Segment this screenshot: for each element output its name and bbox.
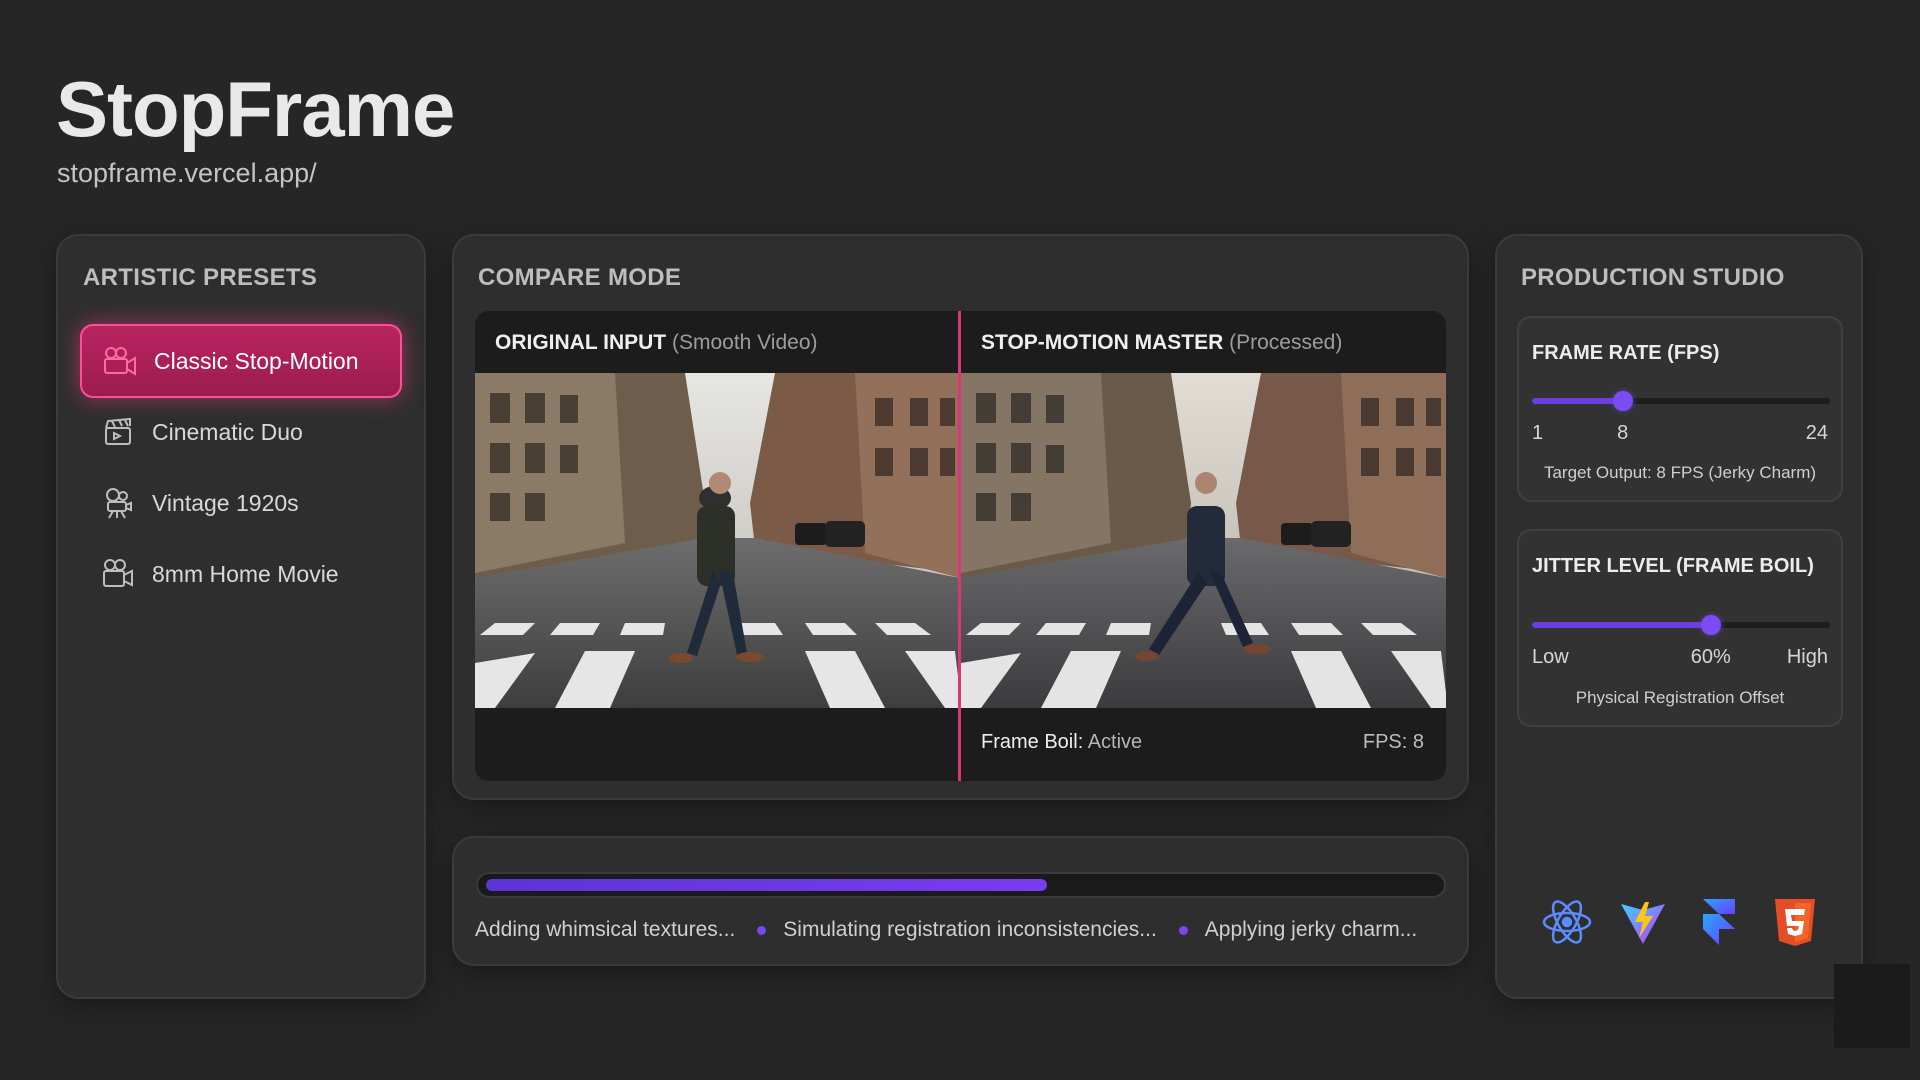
fps-value-label: 8: [1617, 422, 1629, 444]
frame-boil-status: Frame Boil: Active: [981, 731, 1143, 753]
slider-fill: [1532, 398, 1623, 404]
preset-label: 8mm Home Movie: [152, 560, 339, 587]
slider-fill: [1532, 622, 1711, 628]
preset-classic-stop-motion[interactable]: Classic Stop-Motion: [80, 324, 402, 398]
preset-label: Classic Stop-Motion: [154, 347, 359, 374]
compare-viewer[interactable]: ORIGINAL INPUT (Smooth Video) STOP-MOTIO…: [475, 311, 1446, 781]
jitter-slider[interactable]: [1532, 615, 1830, 635]
presets-title: ARTISTIC PRESETS: [83, 264, 318, 291]
react-icon: [1541, 896, 1593, 948]
vite-icon: [1617, 896, 1669, 948]
preset-8mm-home-movie[interactable]: 8mm Home Movie: [80, 537, 402, 611]
studio-title: PRODUCTION STUDIO: [1521, 264, 1785, 291]
compare-title: COMPARE MODE: [478, 264, 682, 291]
progress-fill: [486, 879, 1047, 891]
frame-rate-card: FRAME RATE (FPS) 1 8 24 Target Output: 8…: [1517, 316, 1843, 502]
jitter-value-label: 60%: [1690, 646, 1731, 668]
progress-step: Simulating registration inconsistencies.…: [783, 918, 1157, 941]
processed-video-frame: [961, 373, 1446, 708]
production-studio-panel: PRODUCTION STUDIO FRAME RATE (FPS) 1 8 2…: [1495, 234, 1863, 999]
step-separator-dot: [1178, 925, 1188, 935]
step-separator-dot: [757, 925, 767, 935]
tech-logos: [1541, 896, 1821, 948]
fps-max-label: 24: [1805, 422, 1828, 444]
preset-vintage-1920s[interactable]: Vintage 1920s: [80, 466, 402, 540]
preset-label: Cinematic Duo: [152, 418, 303, 445]
original-pane: ORIGINAL INPUT (Smooth Video): [475, 311, 960, 781]
corner-overlay: [1834, 964, 1910, 1048]
progress-step: Applying jerky charm...: [1204, 918, 1418, 941]
html5-icon: [1769, 896, 1821, 948]
video-camera-icon: [102, 343, 138, 379]
jitter-title: JITTER LEVEL (FRAME BOIL): [1532, 555, 1814, 577]
fps-target-note: Target Output: 8 FPS (Jerky Charm): [1543, 463, 1817, 482]
progress-panel: Adding whimsical textures... Simulating …: [452, 836, 1469, 966]
original-header: ORIGINAL INPUT (Smooth Video): [495, 331, 818, 354]
app-url[interactable]: stopframe.vercel.app/: [57, 158, 317, 189]
fps-min-label: 1: [1532, 422, 1544, 444]
film-camera-icon: [100, 556, 136, 592]
jitter-card: JITTER LEVEL (FRAME BOIL) Low 60% High P…: [1517, 529, 1843, 727]
framer-icon: [1693, 896, 1745, 948]
progress-steps: Adding whimsical textures... Simulating …: [475, 918, 1417, 942]
processed-header: STOP-MOTION MASTER (Processed): [981, 331, 1343, 354]
frame-rate-title: FRAME RATE (FPS): [1532, 342, 1720, 364]
app-title: StopFrame: [56, 65, 455, 153]
progress-bar: [476, 872, 1446, 898]
fps-readout: FPS: 8: [1362, 731, 1424, 753]
processed-pane: STOP-MOTION MASTER (Processed) Frame Boi…: [961, 311, 1446, 781]
progress-step: Adding whimsical textures...: [475, 918, 736, 941]
clapperboard-icon: [100, 414, 136, 450]
jitter-note: Physical Registration Offset: [1575, 688, 1785, 707]
artistic-presets-panel: ARTISTIC PRESETS Classic Stop-Motion Cin…: [56, 234, 426, 999]
preset-cinematic-duo[interactable]: Cinematic Duo: [80, 395, 402, 469]
jitter-low-label: Low: [1532, 646, 1569, 668]
vintage-projector-icon: [100, 485, 136, 521]
slider-thumb[interactable]: [1612, 391, 1633, 411]
slider-thumb[interactable]: [1700, 615, 1721, 635]
preset-label: Vintage 1920s: [152, 489, 299, 516]
original-video-frame: [475, 373, 960, 708]
frame-rate-slider[interactable]: [1532, 391, 1830, 411]
jitter-high-label: High: [1786, 646, 1828, 668]
compare-mode-panel: COMPARE MODE ORIGINAL INPUT (Smooth Vide…: [452, 234, 1469, 800]
